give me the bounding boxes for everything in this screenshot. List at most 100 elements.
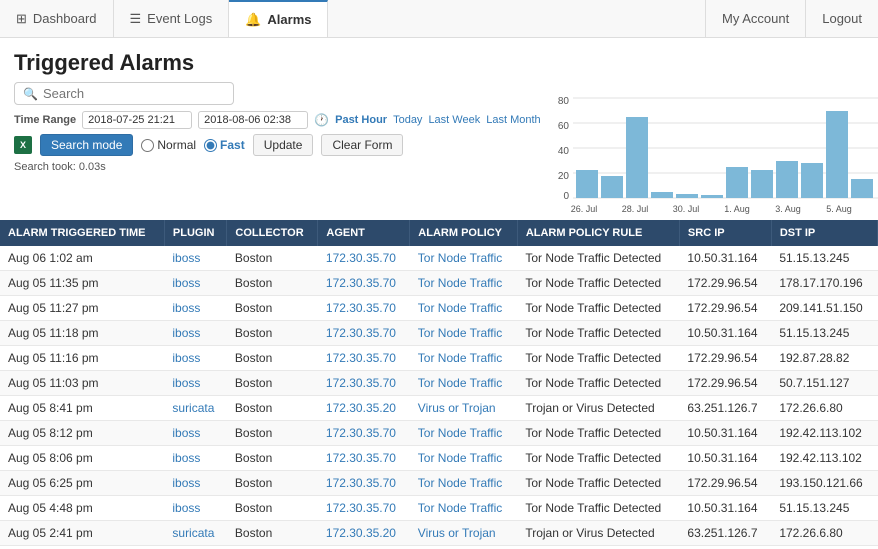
clear-form-button[interactable]: Clear Form: [321, 134, 403, 156]
table-cell[interactable]: iboss: [164, 421, 227, 446]
table-cell: Aug 05 8:41 pm: [0, 396, 164, 421]
table-cell[interactable]: 172.30.35.70: [318, 496, 410, 521]
table-cell: Boston: [227, 496, 318, 521]
col-plugin: PLUGIN: [164, 220, 227, 246]
table-container: ALARM TRIGGERED TIME PLUGIN COLLECTOR AG…: [0, 220, 878, 546]
table-cell: 172.29.96.54: [679, 471, 771, 496]
fast-radio[interactable]: [204, 139, 217, 152]
search-mode-button[interactable]: Search mode: [40, 134, 133, 156]
normal-radio[interactable]: [141, 139, 154, 152]
table-cell[interactable]: Tor Node Traffic: [410, 471, 518, 496]
table-cell[interactable]: iboss: [164, 371, 227, 396]
table-cell: Boston: [227, 521, 318, 546]
table-cell[interactable]: Tor Node Traffic: [410, 371, 518, 396]
table-row: Aug 05 11:03 pmibossBoston172.30.35.70To…: [0, 371, 878, 396]
table-cell: Tor Node Traffic Detected: [517, 371, 679, 396]
table-cell: Aug 05 6:25 pm: [0, 471, 164, 496]
table-cell: Tor Node Traffic Detected: [517, 271, 679, 296]
table-cell[interactable]: iboss: [164, 471, 227, 496]
table-cell[interactable]: Tor Node Traffic: [410, 346, 518, 371]
last-month-link[interactable]: Last Month: [486, 114, 540, 126]
table-cell: Aug 05 11:03 pm: [0, 371, 164, 396]
table-cell[interactable]: iboss: [164, 321, 227, 346]
search-icon: 🔍: [23, 87, 38, 101]
svg-text:80: 80: [558, 96, 570, 107]
table-cell[interactable]: Tor Node Traffic: [410, 246, 518, 271]
table-cell[interactable]: 172.30.35.70: [318, 271, 410, 296]
svg-text:20: 20: [558, 171, 570, 182]
table-cell: Aug 05 8:06 pm: [0, 446, 164, 471]
table-cell: Trojan or Virus Detected: [517, 521, 679, 546]
table-cell: Aug 05 8:12 pm: [0, 421, 164, 446]
table-cell[interactable]: 172.30.35.70: [318, 471, 410, 496]
table-cell[interactable]: suricata: [164, 521, 227, 546]
table-cell[interactable]: 172.30.35.70: [318, 246, 410, 271]
table-cell[interactable]: iboss: [164, 346, 227, 371]
alarm-icon: 🔔: [245, 12, 261, 28]
table-cell: 192.87.28.82: [771, 346, 877, 371]
time-start-input[interactable]: [82, 111, 192, 129]
table-row: Aug 05 8:12 pmibossBoston172.30.35.70Tor…: [0, 421, 878, 446]
svg-text:0: 0: [563, 191, 569, 202]
table-cell[interactable]: 172.30.35.20: [318, 396, 410, 421]
nav-item-event-logs[interactable]: ☰ Event Logs: [114, 0, 230, 37]
table-row: Aug 05 11:27 pmibossBoston172.30.35.70To…: [0, 296, 878, 321]
page-title: Triggered Alarms: [0, 38, 878, 82]
table-cell[interactable]: Tor Node Traffic: [410, 446, 518, 471]
chart-container: 80 60 40 20 0: [551, 82, 878, 216]
table-row: Aug 05 4:48 pmibossBoston172.30.35.70Tor…: [0, 496, 878, 521]
table-cell[interactable]: Tor Node Traffic: [410, 321, 518, 346]
table-cell[interactable]: 172.30.35.70: [318, 446, 410, 471]
table-cell[interactable]: iboss: [164, 296, 227, 321]
update-button[interactable]: Update: [253, 134, 314, 156]
list-icon: ☰: [130, 11, 142, 27]
table-cell[interactable]: 172.30.35.70: [318, 296, 410, 321]
table-cell: Boston: [227, 421, 318, 446]
table-cell[interactable]: Virus or Trojan: [410, 396, 518, 421]
table-cell[interactable]: iboss: [164, 271, 227, 296]
table-cell[interactable]: 172.30.35.20: [318, 521, 410, 546]
time-end-input[interactable]: [198, 111, 308, 129]
table-cell[interactable]: Tor Node Traffic: [410, 296, 518, 321]
table-cell[interactable]: iboss: [164, 496, 227, 521]
table-cell[interactable]: iboss: [164, 246, 227, 271]
fast-radio-label[interactable]: Fast: [204, 138, 245, 152]
table-cell: Boston: [227, 471, 318, 496]
table-cell: Aug 05 11:18 pm: [0, 321, 164, 346]
my-account-button[interactable]: My Account: [705, 0, 805, 37]
col-rule: ALARM POLICY RULE: [517, 220, 679, 246]
table-cell[interactable]: Tor Node Traffic: [410, 421, 518, 446]
table-cell[interactable]: 172.30.35.70: [318, 346, 410, 371]
table-cell[interactable]: Tor Node Traffic: [410, 271, 518, 296]
search-controls: 🔍 Time Range 🕐 Past Hour Today Last Week…: [14, 82, 541, 177]
table-cell[interactable]: 172.30.35.70: [318, 421, 410, 446]
table-cell: Boston: [227, 371, 318, 396]
table-cell: 178.17.170.196: [771, 271, 877, 296]
last-week-link[interactable]: Last Week: [428, 114, 480, 126]
table-cell: 10.50.31.164: [679, 246, 771, 271]
table-cell[interactable]: Tor Node Traffic: [410, 496, 518, 521]
table-cell[interactable]: Virus or Trojan: [410, 521, 518, 546]
alarms-label: Alarms: [267, 12, 311, 27]
nav-item-dashboard[interactable]: ⊞ Dashboard: [0, 0, 114, 37]
normal-radio-label[interactable]: Normal: [141, 138, 196, 152]
table-cell: 172.29.96.54: [679, 271, 771, 296]
search-input[interactable]: [43, 86, 225, 101]
table-cell[interactable]: suricata: [164, 396, 227, 421]
table-cell: Aug 05 2:41 pm: [0, 521, 164, 546]
past-hour-link[interactable]: Past Hour: [335, 114, 387, 126]
logout-button[interactable]: Logout: [805, 0, 878, 37]
table-cell[interactable]: 172.30.35.70: [318, 321, 410, 346]
svg-text:30. Jul: 30. Jul: [672, 204, 699, 214]
table-cell[interactable]: iboss: [164, 446, 227, 471]
svg-text:5. Aug: 5. Aug: [826, 204, 852, 214]
col-time: ALARM TRIGGERED TIME: [0, 220, 164, 246]
table-cell: Trojan or Virus Detected: [517, 396, 679, 421]
table-cell: Aug 05 4:48 pm: [0, 496, 164, 521]
table-cell: 172.26.6.80: [771, 396, 877, 421]
table-cell: 63.251.126.7: [679, 396, 771, 421]
table-cell[interactable]: 172.30.35.70: [318, 371, 410, 396]
nav-item-alarms[interactable]: 🔔 Alarms: [229, 0, 328, 37]
table-row: Aug 05 11:18 pmibossBoston172.30.35.70To…: [0, 321, 878, 346]
today-link[interactable]: Today: [393, 114, 422, 126]
